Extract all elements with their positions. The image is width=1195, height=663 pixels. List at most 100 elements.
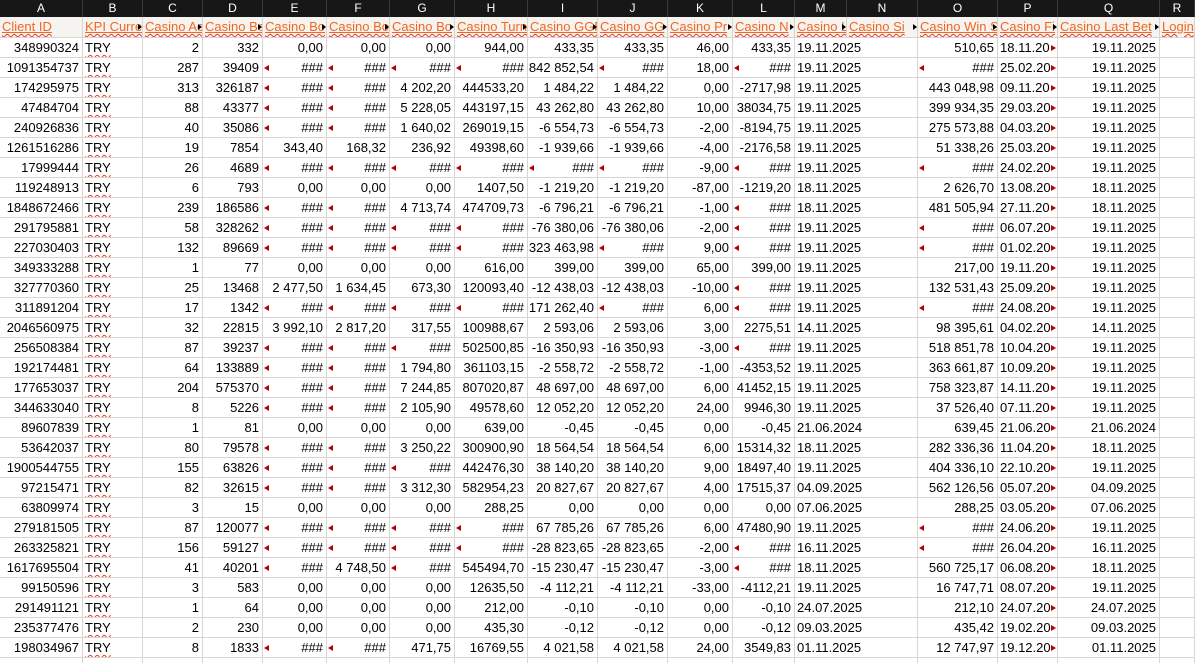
- cell-L16[interactable]: ###: [733, 338, 795, 357]
- cell-Q31[interactable]: 01.11.2025: [1058, 638, 1160, 657]
- cell-I13[interactable]: -12 438,03: [528, 278, 598, 297]
- cell-E22[interactable]: ###: [263, 458, 327, 477]
- cell-P18[interactable]: 14.11.20: [998, 378, 1058, 397]
- cell-A6[interactable]: 1261516286: [0, 138, 83, 157]
- cell-A12[interactable]: 349333288: [0, 258, 83, 277]
- cell-O6[interactable]: 51 338,26: [918, 138, 998, 157]
- cell-O28[interactable]: 16 747,71: [918, 578, 998, 597]
- cell-B21[interactable]: TRY: [83, 438, 143, 457]
- cell-I11[interactable]: 323 463,98: [528, 238, 598, 257]
- cell-L31[interactable]: 3549,83: [733, 638, 795, 657]
- cell-L29[interactable]: -0,10: [733, 598, 795, 617]
- cell-G8[interactable]: 0,00: [390, 178, 455, 197]
- cell-F13[interactable]: 1 634,45: [327, 278, 390, 297]
- cell-P10[interactable]: 06.07.20: [998, 218, 1058, 237]
- cell-O8[interactable]: 2 626,70: [918, 178, 998, 197]
- cell-M11[interactable]: 19.11.2025: [795, 238, 918, 257]
- cell-H10[interactable]: ###: [455, 218, 528, 237]
- cell-G7[interactable]: ###: [390, 158, 455, 177]
- cell-M27[interactable]: 18.11.2025: [795, 558, 918, 577]
- cell-F12[interactable]: 0,00: [327, 258, 390, 277]
- cell-J30[interactable]: -0,12: [598, 618, 668, 637]
- cell-O2[interactable]: ###: [918, 58, 998, 77]
- cell-O3[interactable]: 443 048,98: [918, 78, 998, 97]
- cell-C27[interactable]: 41: [143, 558, 203, 577]
- cell-A1[interactable]: 348990324: [0, 38, 83, 57]
- cell-D12[interactable]: 77: [203, 258, 263, 277]
- cell-D10[interactable]: 328262: [203, 218, 263, 237]
- cell-R1[interactable]: [1160, 38, 1195, 57]
- cell-R14[interactable]: [1160, 298, 1195, 317]
- cell-F8[interactable]: 0,00: [327, 178, 390, 197]
- cell-A11[interactable]: 227030403: [0, 238, 83, 257]
- cell-H7[interactable]: ###: [455, 158, 528, 177]
- cell-H26[interactable]: ###: [455, 538, 528, 557]
- cell-E10[interactable]: ###: [263, 218, 327, 237]
- column-button-G[interactable]: G: [390, 0, 455, 17]
- cell-R12[interactable]: [1160, 258, 1195, 277]
- cell-J11[interactable]: ###: [598, 238, 668, 257]
- cell-E3[interactable]: ###: [263, 78, 327, 97]
- cell-G19[interactable]: 2 105,90: [390, 398, 455, 417]
- cell-I21[interactable]: 18 564,54: [528, 438, 598, 457]
- cell-B28[interactable]: TRY: [83, 578, 143, 597]
- cell-Q22[interactable]: 19.11.2025: [1058, 458, 1160, 477]
- cell-A4[interactable]: 47484704: [0, 98, 83, 117]
- cell-E7[interactable]: ###: [263, 158, 327, 177]
- cell-H15[interactable]: 100988,67: [455, 318, 528, 337]
- cell-O29[interactable]: 212,10: [918, 598, 998, 617]
- cell-D5[interactable]: 35086: [203, 118, 263, 137]
- cell-K26[interactable]: -2,00: [668, 538, 733, 557]
- column-button-H[interactable]: H: [455, 0, 528, 17]
- cell-F2[interactable]: ###: [327, 58, 390, 77]
- cell-I25[interactable]: 67 785,26: [528, 518, 598, 537]
- cell-R29[interactable]: [1160, 598, 1195, 617]
- cell-C11[interactable]: 132: [143, 238, 203, 257]
- cell-L11[interactable]: ###: [733, 238, 795, 257]
- column-button-I[interactable]: I: [528, 0, 598, 17]
- cell-I28[interactable]: -4 112,21: [528, 578, 598, 597]
- cell-D19[interactable]: 5226: [203, 398, 263, 417]
- cell-F30[interactable]: 0,00: [327, 618, 390, 637]
- cell-F5[interactable]: ###: [327, 118, 390, 137]
- cell-B31[interactable]: TRY: [83, 638, 143, 657]
- cell-J28[interactable]: -4 112,21: [598, 578, 668, 597]
- cell-M2[interactable]: 19.11.2025: [795, 58, 918, 77]
- cell-O11[interactable]: ###: [918, 238, 998, 257]
- cell-O22[interactable]: 404 336,10: [918, 458, 998, 477]
- cell-O30[interactable]: 435,42: [918, 618, 998, 637]
- cell-P2[interactable]: 25.02.20: [998, 58, 1058, 77]
- cell-J2[interactable]: ###: [598, 58, 668, 77]
- cell-J23[interactable]: 20 827,67: [598, 478, 668, 497]
- column-button-L[interactable]: L: [733, 0, 795, 17]
- cell-G23[interactable]: 3 312,30: [390, 478, 455, 497]
- cell-B26[interactable]: TRY: [83, 538, 143, 557]
- cell-P13[interactable]: 25.09.20: [998, 278, 1058, 297]
- cell-M5[interactable]: 19.11.2025: [795, 118, 918, 137]
- cell-Q25[interactable]: 19.11.2025: [1058, 518, 1160, 537]
- cell-H21[interactable]: 300900,90: [455, 438, 528, 457]
- cell-B18[interactable]: TRY: [83, 378, 143, 397]
- cell-J6[interactable]: -1 939,66: [598, 138, 668, 157]
- cell-J31[interactable]: 4 021,58: [598, 638, 668, 657]
- cell-K13[interactable]: -10,00: [668, 278, 733, 297]
- cell-I6[interactable]: -1 939,66: [528, 138, 598, 157]
- header-cell-G[interactable]: Casino Bo: [390, 17, 455, 37]
- cell-L24[interactable]: 0,00: [733, 498, 795, 517]
- cell-P22[interactable]: 22.10.20: [998, 458, 1058, 477]
- cell-P6[interactable]: 25.03.20: [998, 138, 1058, 157]
- cell-I31[interactable]: 4 021,58: [528, 638, 598, 657]
- cell-D11[interactable]: 89669: [203, 238, 263, 257]
- cell-F21[interactable]: ###: [327, 438, 390, 457]
- column-button-R[interactable]: R: [1160, 0, 1195, 17]
- header-cell-I[interactable]: Casino GGR: [528, 17, 598, 37]
- cell-L4[interactable]: 38034,75: [733, 98, 795, 117]
- cell-E25[interactable]: ###: [263, 518, 327, 537]
- cell-I2[interactable]: 842 852,54: [528, 58, 598, 77]
- cell-K6[interactable]: -4,00: [668, 138, 733, 157]
- cell-A32[interactable]: [0, 658, 83, 663]
- cell-R6[interactable]: [1160, 138, 1195, 157]
- cell-D21[interactable]: 79578: [203, 438, 263, 457]
- cell-A26[interactable]: 263325821: [0, 538, 83, 557]
- cell-M6[interactable]: 19.11.2025: [795, 138, 918, 157]
